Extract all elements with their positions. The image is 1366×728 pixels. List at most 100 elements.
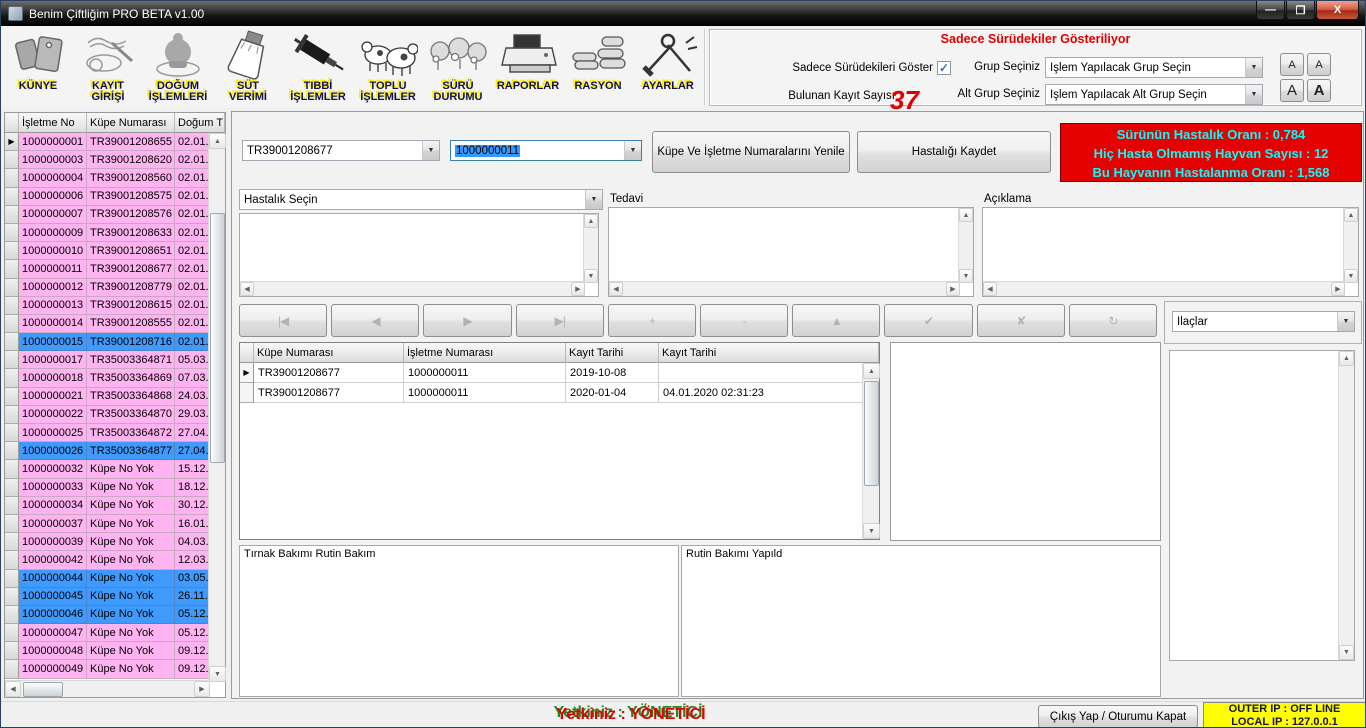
- row-selector[interactable]: [5, 406, 19, 424]
- row-selector[interactable]: [5, 224, 19, 242]
- scroll-left-icon[interactable]: ◀: [5, 681, 21, 697]
- scroll-right-icon[interactable]: ▶: [571, 282, 585, 296]
- chevron-down-icon[interactable]: ▼: [1245, 58, 1262, 77]
- cell-tag[interactable]: TR39001208620: [87, 151, 175, 169]
- scroll-down-icon[interactable]: ▼: [863, 523, 880, 539]
- toolbar-button-k-nye[interactable]: KÜNYE: [3, 28, 73, 106]
- cell-no[interactable]: 1000000049: [19, 660, 87, 678]
- cell-no[interactable]: 1000000011: [19, 260, 87, 278]
- close-button[interactable]: X: [1316, 1, 1359, 20]
- animal-row[interactable]: 1000000004TR3900120856002.01.20: [5, 169, 225, 187]
- toolbar-button-rasyon[interactable]: RASYON: [563, 28, 633, 106]
- cell-tag[interactable]: TR39001208633: [87, 224, 175, 242]
- font-size-button-2[interactable]: A: [1307, 53, 1331, 76]
- disease-select-combo[interactable]: Hastalık Seçin ▼: [239, 189, 603, 210]
- animals-grid-vscrollbar[interactable]: ▲ ▼: [208, 133, 225, 682]
- toolbar-button-kayit[interactable]: KAYIT GİRİŞİ: [73, 28, 143, 106]
- scroll-up-icon[interactable]: ▲: [1339, 351, 1354, 366]
- record-row[interactable]: ▶TR3900120867710000000112019-10-08: [240, 363, 879, 383]
- cell-no[interactable]: 1000000003: [19, 151, 87, 169]
- row-selector[interactable]: [5, 315, 19, 333]
- animal-row[interactable]: 1000000033Küpe No Yok18.12.20: [5, 479, 225, 497]
- cell-no[interactable]: 1000000010: [19, 242, 87, 260]
- toolbar-button-s-t[interactable]: SÜT VERİMİ: [213, 28, 283, 106]
- disease-memo[interactable]: ▲ ▼ ◀ ▶: [239, 213, 599, 297]
- records-grid-vscrollbar[interactable]: ▲ ▼: [862, 363, 879, 539]
- font-size-button-1[interactable]: A: [1280, 53, 1304, 76]
- nav-post-button[interactable]: ✔: [884, 304, 972, 337]
- row-selector[interactable]: [5, 551, 19, 569]
- memo-hscrollbar[interactable]: ◀ ▶: [609, 281, 960, 296]
- row-selector[interactable]: [5, 515, 19, 533]
- record-cell[interactable]: TR39001208677: [254, 363, 404, 383]
- cell-tag[interactable]: TR35003364868: [87, 388, 175, 406]
- animal-row[interactable]: 1000000032Küpe No Yok15.12.20: [5, 460, 225, 478]
- chevron-down-icon[interactable]: ▼: [1245, 85, 1262, 104]
- row-selector[interactable]: [5, 206, 19, 224]
- row-selector[interactable]: [5, 497, 19, 515]
- col-dogum-tarihi[interactable]: Doğum T: [175, 113, 225, 133]
- cell-tag[interactable]: Küpe No Yok: [87, 497, 175, 515]
- cell-no[interactable]: 1000000006: [19, 188, 87, 206]
- animal-row[interactable]: 1000000049Küpe No Yok09.12.20: [5, 660, 225, 678]
- cell-no[interactable]: 1000000025: [19, 424, 87, 442]
- row-selector[interactable]: [5, 660, 19, 678]
- save-disease-button[interactable]: Hastalığı Kaydet: [857, 131, 1051, 173]
- cell-tag[interactable]: Küpe No Yok: [87, 515, 175, 533]
- scroll-down-icon[interactable]: ▼: [959, 269, 973, 283]
- records-col-2[interactable]: İşletme Numarası: [404, 343, 566, 363]
- restore-button[interactable]: ❐: [1286, 1, 1315, 20]
- nav-next-button[interactable]: ▶: [423, 304, 511, 337]
- animal-row[interactable]: 1000000034Küpe No Yok30.12.20: [5, 497, 225, 515]
- animal-row[interactable]: 1000000047Küpe No Yok05.12.20: [5, 624, 225, 642]
- toolbar-button-tibbi-[interactable]: TIBBİ İŞLEMLER: [283, 28, 353, 106]
- animal-row[interactable]: 1000000014TR3900120855502.01.20: [5, 315, 225, 333]
- row-selector[interactable]: [5, 606, 19, 624]
- renew-numbers-button[interactable]: Küpe Ve İşletme Numaralarını Yenile: [652, 131, 850, 173]
- cell-tag[interactable]: TR39001208716: [87, 333, 175, 351]
- row-selector[interactable]: [5, 424, 19, 442]
- record-cell[interactable]: TR39001208677: [254, 383, 404, 403]
- medicines-list-vscrollbar[interactable]: ▲ ▼: [1338, 351, 1354, 660]
- animal-row[interactable]: 1000000044Küpe No Yok03.05.20: [5, 570, 225, 588]
- memo-vscrollbar[interactable]: ▲ ▼: [1343, 208, 1358, 283]
- cell-no[interactable]: 1000000014: [19, 315, 87, 333]
- row-selector[interactable]: [5, 460, 19, 478]
- subgroup-select-combo[interactable]: İşlem Yapılacak Alt Grup Seçin ▼: [1045, 84, 1263, 105]
- cell-no[interactable]: 1000000033: [19, 479, 87, 497]
- animal-row[interactable]: 1000000003TR3900120862002.01.20: [5, 151, 225, 169]
- row-selector[interactable]: [5, 242, 19, 260]
- chevron-down-icon[interactable]: ▼: [1337, 312, 1354, 331]
- memo-vscrollbar[interactable]: ▲ ▼: [958, 208, 973, 283]
- scrollbar-thumb[interactable]: [23, 682, 63, 697]
- scroll-down-icon[interactable]: ▼: [1339, 645, 1354, 660]
- animals-grid-hscrollbar[interactable]: ◀ ▶: [5, 680, 210, 697]
- record-cell[interactable]: 2019-10-08: [566, 363, 659, 383]
- record-row[interactable]: TR3900120867710000000112020-01-0404.01.2…: [240, 383, 879, 403]
- cell-no[interactable]: 1000000048: [19, 642, 87, 660]
- nav-last-button[interactable]: ▶|: [516, 304, 604, 337]
- cell-tag[interactable]: TR35003364872: [87, 424, 175, 442]
- cell-no[interactable]: 1000000013: [19, 297, 87, 315]
- col-isletme-no[interactable]: İşletme No: [19, 113, 87, 133]
- treatment-memo[interactable]: ▲ ▼ ◀ ▶: [608, 207, 974, 297]
- nav-delete-button[interactable]: -: [700, 304, 788, 337]
- row-selector[interactable]: [5, 333, 19, 351]
- cell-no[interactable]: 1000000017: [19, 351, 87, 369]
- cell-tag[interactable]: TR35003364877: [87, 442, 175, 460]
- row-selector[interactable]: [240, 383, 254, 403]
- cell-tag[interactable]: TR39001208555: [87, 315, 175, 333]
- medicines-list[interactable]: ▲ ▼: [1169, 350, 1355, 661]
- farm-number-combo[interactable]: 1000000011 ▼: [450, 140, 642, 161]
- scroll-right-icon[interactable]: ▶: [946, 282, 960, 296]
- animal-row[interactable]: 1000000006TR3900120857502.01.20: [5, 188, 225, 206]
- chevron-down-icon[interactable]: ▼: [624, 141, 641, 160]
- cell-no[interactable]: 1000000026: [19, 442, 87, 460]
- scroll-down-icon[interactable]: ▼: [584, 269, 598, 283]
- row-selector[interactable]: [5, 369, 19, 387]
- toolbar-button-toplu[interactable]: TOPLU İŞLEMLER: [353, 28, 423, 106]
- animal-row[interactable]: 1000000042Küpe No Yok12.03.20: [5, 551, 225, 569]
- row-selector[interactable]: [5, 570, 19, 588]
- animal-row[interactable]: 1000000011TR3900120867702.01.20: [5, 260, 225, 278]
- nav-insert-button[interactable]: +: [608, 304, 696, 337]
